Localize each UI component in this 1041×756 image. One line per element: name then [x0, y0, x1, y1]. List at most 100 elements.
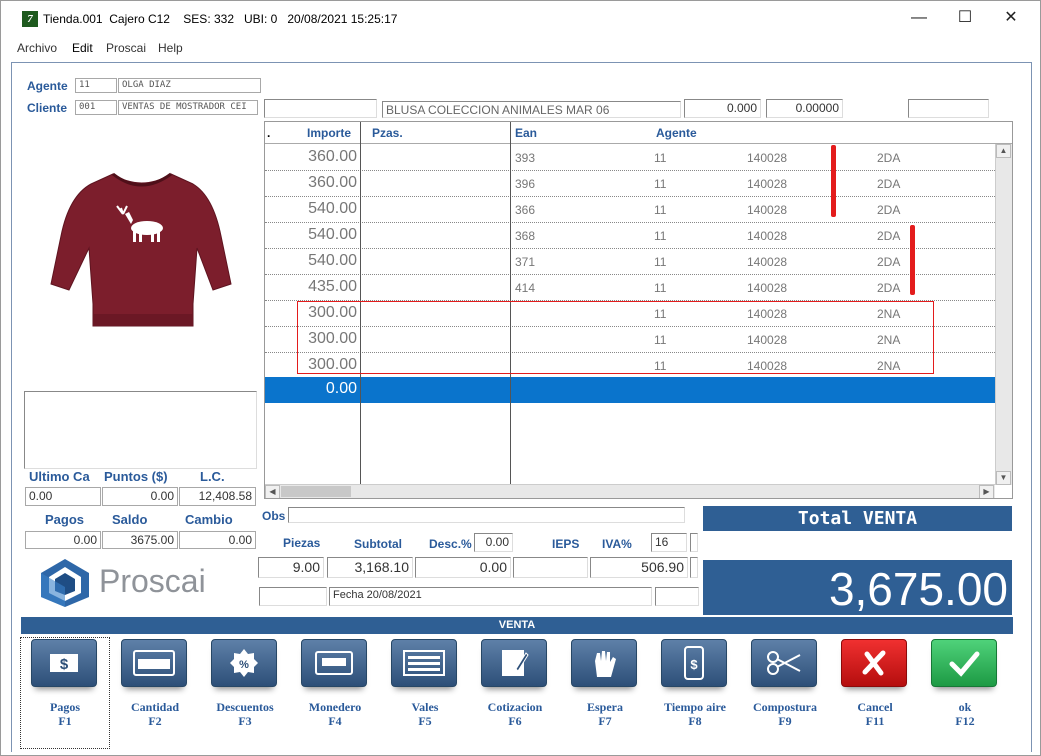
lc-label: L.C.: [200, 469, 225, 484]
button-label: Cantidad: [130, 700, 180, 714]
app-icon: 7: [22, 11, 38, 27]
ieps-label: IEPS: [552, 537, 580, 551]
piezas-value[interactable]: 9.00: [258, 557, 324, 578]
header-ean[interactable]: Ean: [515, 126, 537, 140]
scroll-left-icon[interactable]: ◀: [265, 485, 280, 498]
pagos-value[interactable]: 0.00: [25, 531, 101, 549]
cell-importe: 540.00: [308, 252, 357, 269]
agente-name-field[interactable]: OLGA DIAZ: [118, 78, 261, 93]
scroll-thumb[interactable]: [281, 486, 351, 497]
top-extra-field[interactable]: [908, 99, 989, 118]
button-cancel[interactable]: Cancel F11: [830, 637, 920, 749]
proscai-logo: Proscai: [37, 557, 227, 609]
obs-field[interactable]: [288, 507, 685, 523]
button-key: F9: [778, 714, 792, 728]
fecha-field[interactable]: Fecha 20/08/2021: [329, 587, 652, 606]
scroll-down-icon[interactable]: ▼: [996, 471, 1011, 485]
button-key: F2: [148, 714, 162, 728]
saldo-value[interactable]: 3675.00: [102, 531, 178, 549]
descuento-value[interactable]: 0.00: [415, 557, 511, 578]
header-dot: .: [267, 126, 271, 140]
header-agente[interactable]: Agente: [656, 126, 697, 140]
cell-ean: 371: [515, 255, 536, 269]
svg-text:$: $: [690, 657, 698, 672]
cliente-code-field[interactable]: 001: [75, 100, 117, 115]
button-descuentos[interactable]: % Descuentos F3: [200, 637, 290, 749]
cell-tipo: 2DA: [877, 281, 901, 295]
maximize-button[interactable]: ☐: [950, 7, 980, 31]
button-compostura[interactable]: Compostura F9: [740, 637, 830, 749]
card-icon: [301, 639, 367, 687]
product-description-field[interactable]: BLUSA COLECCION ANIMALES MAR 06: [382, 101, 681, 118]
cell-ean: 393: [515, 151, 536, 165]
ieps-value[interactable]: [513, 557, 588, 578]
table-row[interactable]: 540.00 368 11 140028 2DA: [265, 223, 995, 249]
subtotal-label: Subtotal: [354, 537, 402, 551]
cell-codigo: 140028: [747, 229, 788, 243]
cell-ean: 366: [515, 203, 536, 217]
button-label: Cancel: [857, 700, 893, 714]
table-row[interactable]: 435.00 414 11 140028 2DA: [265, 275, 995, 301]
cell-codigo: 140028: [747, 151, 788, 165]
selected-row[interactable]: 0.00: [265, 377, 995, 403]
ultimo-value[interactable]: 0.00: [25, 487, 101, 506]
button-key: F4: [328, 714, 342, 728]
button-tiempo-aire[interactable]: $ Tiempo aire F8: [650, 637, 740, 749]
top-value-field-1[interactable]: 0.000: [684, 99, 761, 118]
menu-help[interactable]: Help: [158, 41, 183, 55]
footer-field-1[interactable]: [259, 587, 327, 606]
puntos-value[interactable]: 0.00: [102, 487, 178, 506]
lc-value[interactable]: 12,408.58: [179, 487, 256, 506]
search-field[interactable]: [264, 99, 377, 118]
iva-value-spacer: [690, 557, 698, 578]
footer-field-2[interactable]: [655, 587, 699, 606]
agente-code-field[interactable]: 11: [75, 78, 117, 93]
cell-importe: 540.00: [308, 200, 357, 217]
minimize-button[interactable]: —: [904, 7, 934, 31]
cliente-name-field[interactable]: VENTAS DE MOSTRADOR CEI: [118, 100, 258, 115]
top-value-field-2[interactable]: 0.00000: [766, 99, 843, 118]
button-monedero[interactable]: Monedero F4: [290, 637, 380, 749]
cell-codigo: 140028: [747, 281, 788, 295]
cell-ean: 368: [515, 229, 536, 243]
button-label: ok: [958, 700, 972, 714]
cell-importe: 435.00: [308, 278, 357, 295]
scroll-up-icon[interactable]: ▲: [996, 144, 1011, 158]
pagos-label: Pagos: [45, 512, 85, 527]
table-row[interactable]: 540.00 366 11 140028 2DA: [265, 197, 995, 223]
iva-value[interactable]: 506.90: [590, 557, 688, 578]
vertical-scrollbar[interactable]: ▲ ▼: [995, 144, 1012, 485]
iva-pct-field[interactable]: 16: [651, 533, 687, 552]
button-pagos[interactable]: $ Pagos F1: [20, 637, 110, 749]
button-key: F11: [865, 714, 885, 728]
table-row[interactable]: 360.00 393 11 140028 2DA: [265, 145, 995, 171]
menu-edit[interactable]: Edit: [72, 41, 93, 55]
header-importe[interactable]: Importe: [307, 126, 351, 140]
selected-importe: 0.00: [325, 380, 357, 397]
button-vales[interactable]: Vales F5: [380, 637, 470, 749]
button-key: F12: [955, 714, 975, 728]
close-button[interactable]: ✕: [996, 7, 1026, 31]
button-espera[interactable]: Espera F7: [560, 637, 650, 749]
logo-icon: [41, 559, 89, 607]
cell-ean: 396: [515, 177, 536, 191]
scroll-right-icon[interactable]: ▶: [979, 485, 994, 498]
cell-tipo: 2DA: [877, 203, 901, 217]
button-ok[interactable]: ok F12: [920, 637, 1010, 749]
menu-proscai[interactable]: Proscai: [106, 41, 146, 55]
horizontal-scrollbar[interactable]: ◀ ▶: [265, 484, 995, 498]
desc-pct-field[interactable]: 0.00: [474, 533, 513, 552]
button-cotizacion[interactable]: Cotizacion F6: [470, 637, 560, 749]
cell-ean: 414: [515, 281, 536, 295]
subtotal-value[interactable]: 3,168.10: [327, 557, 413, 578]
table-row[interactable]: 360.00 396 11 140028 2DA: [265, 171, 995, 197]
button-label: Espera: [587, 700, 623, 714]
menu-archivo[interactable]: Archivo: [17, 41, 57, 55]
cambio-value[interactable]: 0.00: [179, 531, 256, 549]
cliente-label: Cliente: [27, 101, 68, 115]
header-pzas[interactable]: Pzas.: [372, 126, 403, 140]
table-row[interactable]: 540.00 371 11 140028 2DA: [265, 249, 995, 275]
product-image: [50, 172, 232, 327]
button-cantidad[interactable]: Cantidad F2: [110, 637, 200, 749]
scissors-icon: [751, 639, 817, 687]
